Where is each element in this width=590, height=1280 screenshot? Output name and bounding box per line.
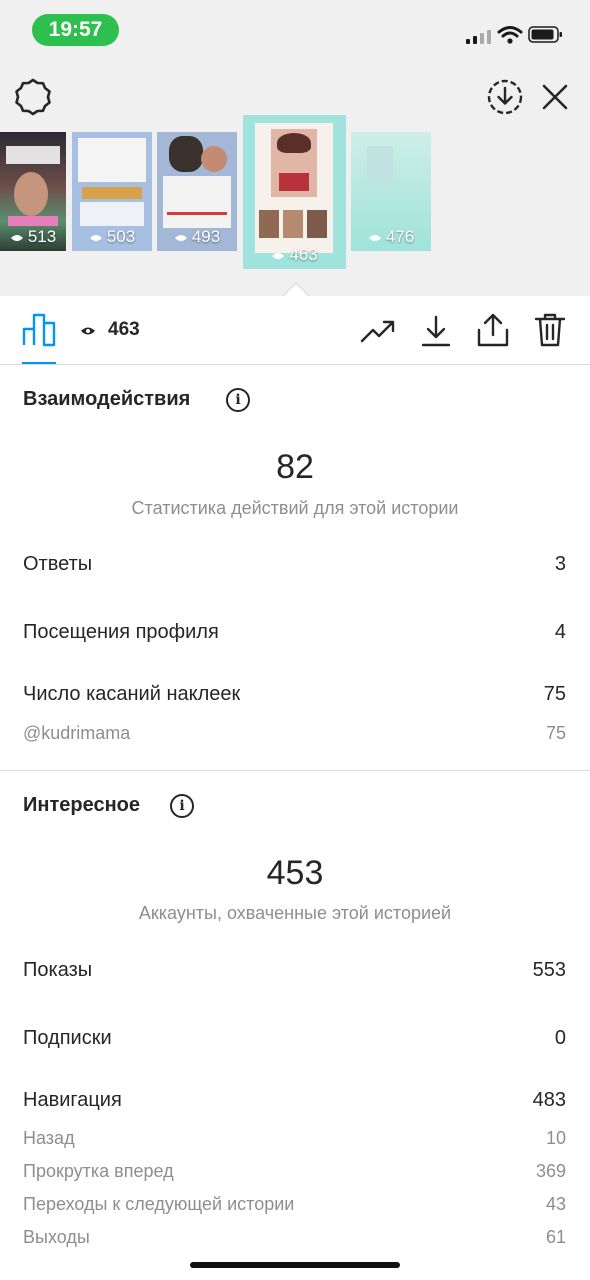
navigation-label: Назад: [23, 1128, 75, 1148]
insights-toolbar: 463: [0, 296, 590, 365]
status-time: 19:57: [32, 14, 119, 46]
story-thumbnail[interactable]: 493: [157, 132, 237, 251]
eye-icon: [81, 327, 95, 335]
sticker-mention-label: @kudrimama: [23, 723, 131, 743]
active-tab-indicator: [22, 362, 56, 364]
info-icon[interactable]: i: [226, 388, 250, 412]
download-circle-icon[interactable]: [486, 78, 524, 116]
story-view-count: 503: [106, 227, 136, 246]
stat-label: Показы: [23, 959, 93, 981]
eye-icon: [10, 234, 23, 241]
trending-icon[interactable]: [360, 318, 396, 344]
eye-icon: [89, 234, 102, 241]
stat-value: 4: [554, 621, 566, 643]
interactions-caption: Статистика действий для этой истории: [131, 498, 459, 518]
stat-label: Ответы: [23, 553, 93, 575]
interactions-total: 82: [276, 448, 314, 486]
share-icon[interactable]: [476, 312, 510, 348]
stat-label: Число касаний наклеек: [23, 683, 241, 705]
stat-value: 553: [532, 959, 566, 981]
navigation-value: 10: [545, 1128, 566, 1148]
download-icon[interactable]: [420, 314, 452, 348]
navigation-label: Выходы: [23, 1227, 90, 1247]
battery-icon: [528, 26, 562, 43]
navigation-value: 43: [545, 1194, 566, 1214]
navigation-value: 61: [545, 1227, 566, 1247]
story-thumbnail[interactable]: 503: [72, 132, 152, 251]
wifi-icon: [497, 26, 523, 44]
section-divider: [0, 770, 590, 771]
section-title-interactions: Взаимодействия: [23, 388, 191, 410]
section-title-discovery: Интересное: [23, 794, 140, 816]
home-indicator[interactable]: [190, 1262, 400, 1268]
eye-icon: [174, 234, 187, 241]
signal-icon: [466, 30, 492, 44]
eye-icon: [272, 252, 285, 259]
discovery-caption: Аккаунты, охваченные этой историей: [138, 903, 452, 923]
info-icon[interactable]: i: [170, 794, 194, 818]
bar-chart-icon[interactable]: [22, 313, 56, 347]
story-view-count: 513: [27, 227, 57, 246]
trash-icon[interactable]: [533, 312, 567, 348]
story-view-count: 493: [191, 227, 221, 246]
stat-value: 75: [543, 683, 566, 705]
close-icon[interactable]: [541, 83, 569, 111]
story-view-count: 463: [289, 245, 318, 264]
story-thumbnail-selected[interactable]: 463: [243, 115, 346, 269]
stat-value: 0: [554, 1027, 566, 1049]
discovery-total: 453: [266, 854, 324, 892]
stat-label: Посещения профиля: [23, 621, 219, 643]
gear-icon[interactable]: [14, 78, 52, 116]
stat-value: 483: [532, 1089, 566, 1111]
stat-label: Навигация: [23, 1089, 122, 1111]
sticker-mention-value: 75: [545, 723, 566, 743]
story-thumbnail[interactable]: 476: [351, 132, 431, 251]
eye-icon: [368, 234, 381, 241]
story-thumbnail[interactable]: 513: [0, 132, 66, 251]
stat-value: 3: [554, 553, 566, 575]
navigation-value: 369: [535, 1161, 566, 1181]
navigation-label: Переходы к следующей истории: [23, 1194, 295, 1214]
navigation-label: Прокрутка вперед: [23, 1161, 174, 1181]
story-view-count: 463: [108, 319, 140, 340]
stat-label: Подписки: [23, 1027, 112, 1049]
story-view-count: 476: [385, 227, 415, 246]
